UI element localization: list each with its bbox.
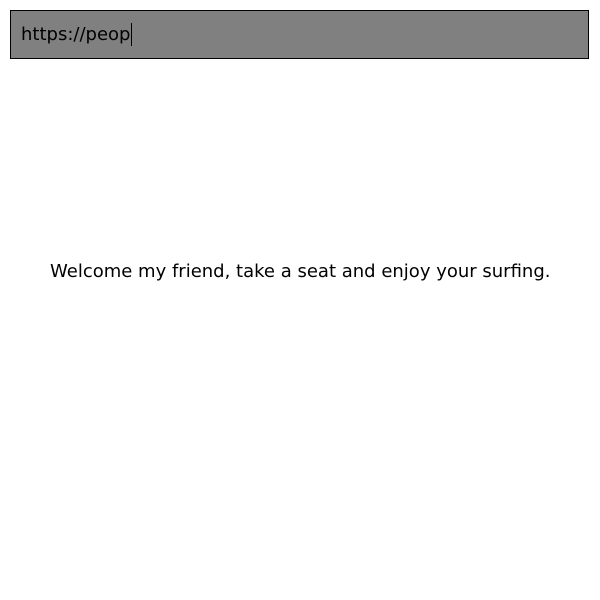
browser-viewport: https://peop Welcome my friend, take a s… <box>0 0 600 600</box>
welcome-message: Welcome my friend, take a seat and enjoy… <box>50 261 551 282</box>
text-caret <box>131 23 133 46</box>
url-input[interactable]: https://peop <box>10 10 589 59</box>
url-input-value: https://peop <box>21 23 131 45</box>
